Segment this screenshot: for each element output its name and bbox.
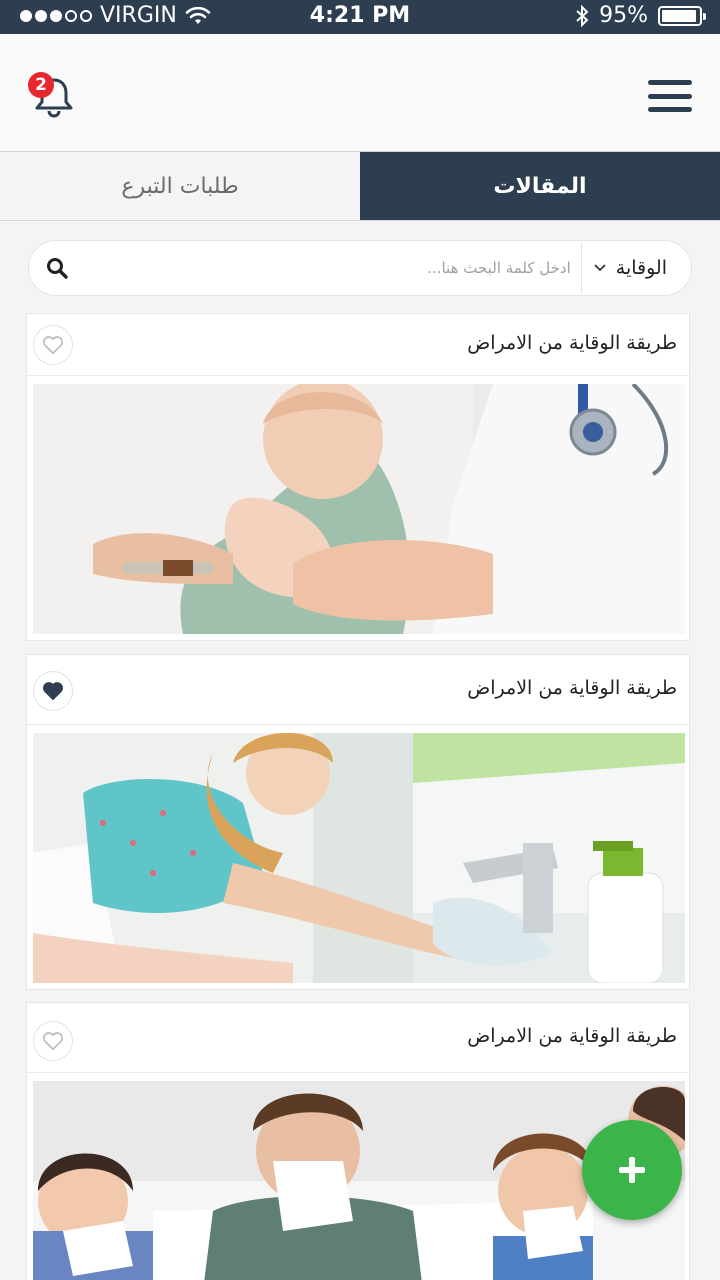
bluetooth-icon bbox=[576, 4, 589, 27]
menu-icon-bar bbox=[648, 80, 692, 85]
heart-filled-icon bbox=[43, 682, 63, 700]
tab-bar: طلبات التبرع المقالات bbox=[0, 151, 720, 221]
favorite-button[interactable] bbox=[33, 1021, 73, 1061]
chevron-down-icon bbox=[594, 264, 606, 272]
search-bar: الوقاية bbox=[28, 240, 692, 296]
battery-icon bbox=[658, 5, 706, 26]
battery-percent: 95% bbox=[599, 3, 648, 28]
add-button[interactable] bbox=[582, 1120, 682, 1220]
article-title: طريقة الوقاية من الامراض bbox=[467, 332, 677, 354]
favorite-button[interactable] bbox=[33, 325, 73, 365]
notification-badge: 2 bbox=[28, 72, 54, 98]
battery-fill bbox=[662, 9, 697, 22]
search-input[interactable] bbox=[85, 248, 581, 288]
article-image[interactable] bbox=[33, 733, 685, 983]
menu-icon-bar bbox=[648, 107, 692, 112]
menu-button[interactable] bbox=[648, 80, 692, 112]
heart-outline-icon bbox=[43, 336, 63, 354]
article-card[interactable]: طريقة الوقاية من الامراض bbox=[26, 654, 690, 990]
category-select[interactable]: الوقاية bbox=[582, 257, 691, 279]
heart-outline-icon bbox=[43, 1032, 63, 1050]
article-header: طريقة الوقاية من الامراض bbox=[27, 655, 689, 725]
status-right: 95% bbox=[575, 3, 706, 28]
article-image[interactable] bbox=[33, 384, 685, 634]
article-card[interactable]: طريقة الوقاية من الامراض bbox=[26, 313, 690, 641]
plus-icon bbox=[619, 1157, 645, 1183]
status-bar: VIRGIN 4:21 PM 95% bbox=[0, 0, 720, 34]
tab-articles[interactable]: المقالات bbox=[360, 152, 720, 220]
article-title: طريقة الوقاية من الامراض bbox=[467, 677, 677, 699]
category-value: الوقاية bbox=[615, 257, 667, 279]
search-button[interactable] bbox=[29, 240, 85, 296]
search-icon bbox=[47, 258, 68, 279]
article-header: طريقة الوقاية من الامراض bbox=[27, 314, 689, 376]
menu-icon-bar bbox=[648, 93, 692, 99]
article-title: طريقة الوقاية من الامراض bbox=[467, 1025, 677, 1047]
app-header: 2 bbox=[0, 34, 720, 151]
article-header: طريقة الوقاية من الامراض bbox=[27, 1003, 689, 1073]
tab-donation-requests[interactable]: طلبات التبرع bbox=[0, 152, 360, 220]
favorite-button[interactable] bbox=[33, 671, 73, 711]
